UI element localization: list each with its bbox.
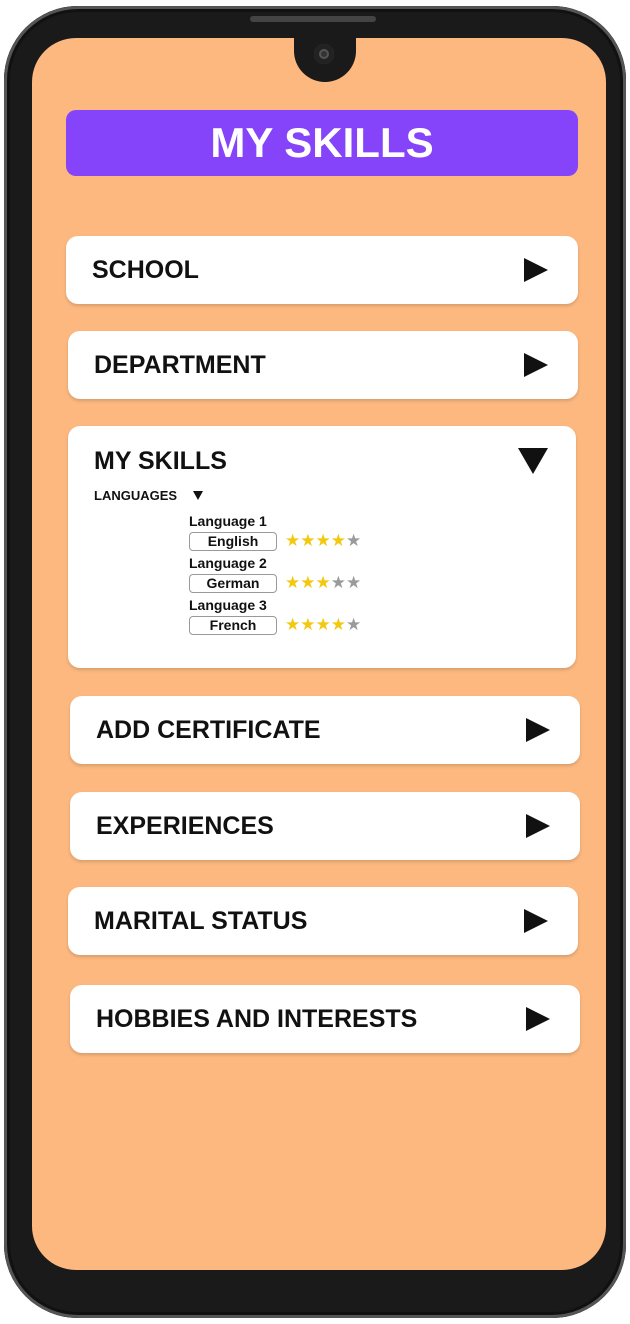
menu-item-school[interactable]: SCHOOL xyxy=(66,236,578,304)
language-title: Language 1 xyxy=(189,513,267,529)
menu-item-add-certificate[interactable]: ADD CERTIFICATE xyxy=(70,696,580,764)
menu-item-label: EXPERIENCES xyxy=(96,811,274,840)
language-field[interactable]: German xyxy=(189,573,277,593)
star-empty-icon[interactable]: ★ xyxy=(331,574,346,592)
chevron-right-icon xyxy=(526,718,550,742)
speaker-grille xyxy=(250,16,376,22)
chevron-right-icon xyxy=(526,814,550,838)
chevron-right-icon xyxy=(524,258,548,282)
menu-item-label: DEPARTMENT xyxy=(94,350,266,379)
star-filled-icon[interactable]: ★ xyxy=(300,616,315,634)
menu-item-experiences[interactable]: EXPERIENCES xyxy=(70,792,580,860)
star-empty-icon[interactable]: ★ xyxy=(346,574,361,592)
language-field[interactable]: French xyxy=(189,615,277,635)
menu-item-label: SCHOOL xyxy=(92,255,199,284)
star-filled-icon[interactable]: ★ xyxy=(300,532,315,550)
front-camera-icon xyxy=(314,44,334,64)
menu-item-hobbies-and-interests[interactable]: HOBBIES AND INTERESTS xyxy=(70,985,580,1053)
menu-item-label: ADD CERTIFICATE xyxy=(96,715,321,744)
skills-panel: MY SKILLS LANGUAGES Language 1 English ★… xyxy=(68,426,576,668)
caret-down-icon xyxy=(193,491,204,500)
star-filled-icon[interactable]: ★ xyxy=(331,532,346,550)
skills-panel-header[interactable]: MY SKILLS xyxy=(68,426,576,478)
star-filled-icon[interactable]: ★ xyxy=(316,574,331,592)
star-rating[interactable]: ★ ★ ★ ★ ★ xyxy=(285,574,361,592)
screen: MY SKILLS SCHOOL DEPARTMENT MY SKILLS LA… xyxy=(32,38,606,1270)
star-filled-icon[interactable]: ★ xyxy=(331,616,346,634)
menu-item-department[interactable]: DEPARTMENT xyxy=(68,331,578,399)
chevron-down-icon xyxy=(518,448,548,474)
star-filled-icon[interactable]: ★ xyxy=(285,532,300,550)
star-filled-icon[interactable]: ★ xyxy=(285,616,300,634)
menu-item-label: MARITAL STATUS xyxy=(94,906,308,935)
chevron-right-icon xyxy=(524,909,548,933)
star-filled-icon[interactable]: ★ xyxy=(285,574,300,592)
skills-panel-title: MY SKILLS xyxy=(94,446,227,475)
star-filled-icon[interactable]: ★ xyxy=(316,532,331,550)
star-empty-icon[interactable]: ★ xyxy=(346,532,361,550)
star-empty-icon[interactable]: ★ xyxy=(346,616,361,634)
star-rating[interactable]: ★ ★ ★ ★ ★ xyxy=(285,532,361,550)
menu-item-label: HOBBIES AND INTERESTS xyxy=(96,1004,418,1033)
languages-toggle[interactable]: LANGUAGES xyxy=(94,488,204,503)
star-filled-icon[interactable]: ★ xyxy=(300,574,315,592)
chevron-right-icon xyxy=(526,1007,550,1031)
star-rating[interactable]: ★ ★ ★ ★ ★ xyxy=(285,616,361,634)
language-entry: Language 3 French ★ ★ ★ ★ ★ xyxy=(189,596,361,636)
language-title: Language 2 xyxy=(189,555,267,571)
phone-frame: MY SKILLS SCHOOL DEPARTMENT MY SKILLS LA… xyxy=(4,6,626,1318)
star-filled-icon[interactable]: ★ xyxy=(316,616,331,634)
language-field[interactable]: English xyxy=(189,531,277,551)
language-title: Language 3 xyxy=(189,597,267,613)
chevron-right-icon xyxy=(524,353,548,377)
notch xyxy=(294,38,356,82)
language-entry: Language 2 German ★ ★ ★ ★ ★ xyxy=(189,554,361,594)
menu-item-marital-status[interactable]: MARITAL STATUS xyxy=(68,887,578,955)
languages-label: LANGUAGES xyxy=(94,488,178,503)
page-title: MY SKILLS xyxy=(66,110,578,176)
language-entry: Language 1 English ★ ★ ★ ★ ★ xyxy=(189,512,361,552)
